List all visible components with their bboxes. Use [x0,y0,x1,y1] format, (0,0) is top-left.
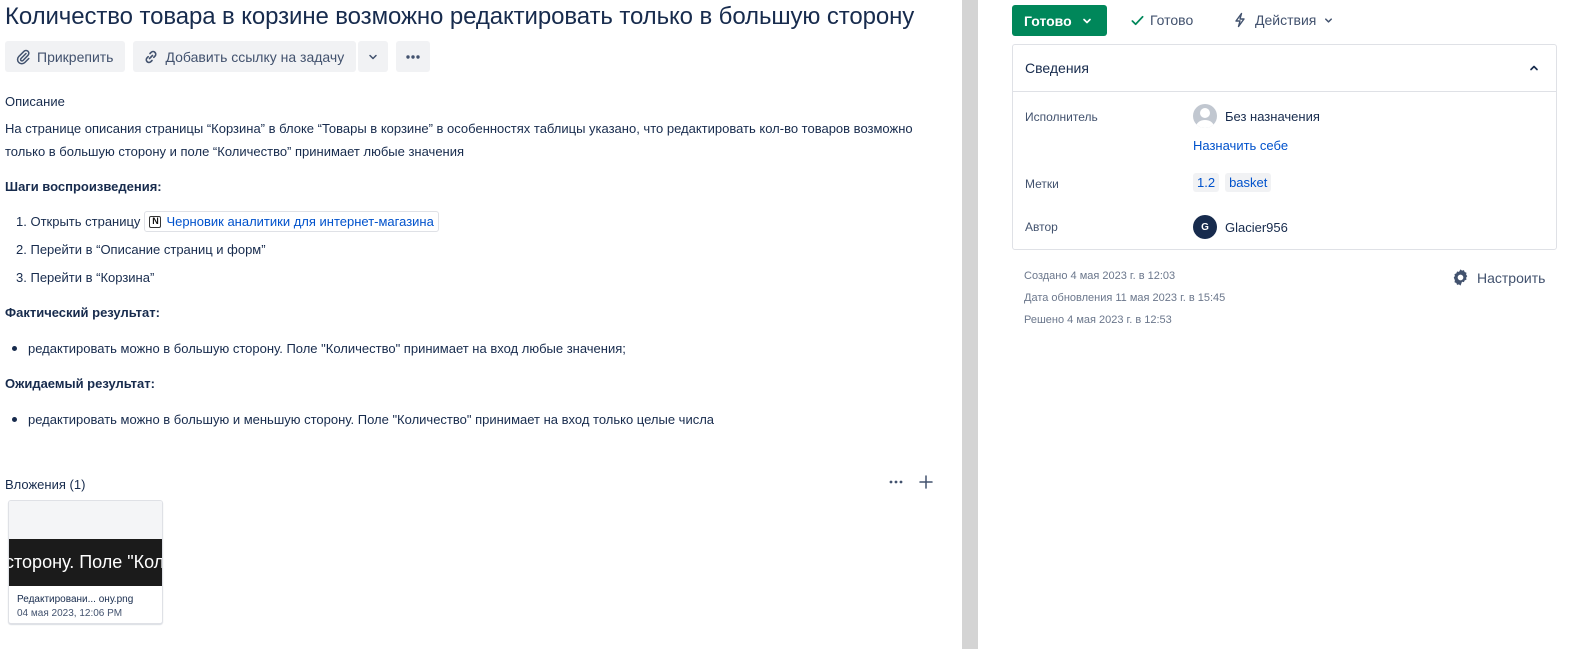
bullet [12,417,17,422]
actual-result-heading: Фактический результат: [5,305,160,320]
configure-button[interactable]: Настроить [1451,268,1545,287]
step-text: Перейти в “Корзина” [30,270,155,285]
more-icon[interactable] [888,474,904,490]
details-header[interactable]: Сведения [1013,45,1556,92]
reporter-value: Glacier956 [1225,219,1288,235]
page-link-text: Черновик аналитики для интернет-магазина [166,214,434,229]
status-button[interactable]: Готово [1012,5,1107,36]
assignee-label: Исполнитель [1025,110,1098,124]
attachment-preview-top [9,501,162,539]
label-tag[interactable]: 1.2 [1193,173,1220,192]
link-issue-button[interactable]: Добавить ссылку на задачу [133,41,357,72]
description-text[interactable]: На странице описания страницы “Корзина” … [5,117,945,163]
link-issue-group: Добавить ссылку на задачу [133,41,389,72]
step-text: Открыть страницу [30,214,141,229]
chevron-down-icon [1325,17,1333,23]
labels-field[interactable]: 1.2 basket [1193,173,1272,192]
paperclip-icon [16,49,30,64]
actual-result-text: редактировать можно в большую сторону. П… [28,341,626,356]
step-text: Перейти в “Описание страниц и форм” [30,242,266,257]
chevron-down-icon [369,54,377,59]
reporter-field[interactable]: G Glacier956 [1193,215,1288,239]
list-item-step-1: 1. Открыть страницу N Черновик аналитики… [16,211,439,232]
status-button-label: Готово [1024,12,1072,29]
issue-sidebar: Готово Готово Действия Сведения Исполнит… [978,0,1588,649]
lightning-icon [1235,12,1245,28]
attachments-label: Вложения (1) [5,477,86,492]
attachments-actions [888,474,934,490]
page-link-chip[interactable]: N Черновик аналитики для интернет-магази… [144,211,439,232]
attachment-file-name: Редактировани... ону.png [17,594,134,605]
list-item-step-3: 3. Перейти в “Корзина” [16,270,154,285]
created-date: Создано 4 мая 2023 г. в 12:03 [1024,270,1176,282]
step-number: 3. [16,270,27,285]
details-panel: Сведения Исполнитель Без назначения Назн… [1012,44,1557,250]
unassigned-avatar [1193,104,1217,128]
assign-to-me-link[interactable]: Назначить себе [1193,138,1288,153]
resolution-indicator: Готово [1130,12,1193,28]
attach-button-label: Прикрепить [37,48,114,65]
attachment-date: 04 мая 2023, 12:06 PM [17,608,123,619]
more-actions-button[interactable] [396,41,431,72]
steps-heading: Шаги воспроизведения: [5,179,162,194]
actions-button[interactable]: Действия [1232,12,1334,28]
issue-toolbar: Прикрепить Добавить ссылку на задачу [5,41,431,72]
list-item-expected: редактировать можно в большую и меньшую … [12,412,714,427]
list-item-step-2: 2. Перейти в “Описание страниц и форм” [16,242,266,257]
description-label: Описание [5,94,65,109]
assignee-value: Без назначения [1225,108,1320,124]
assignee-field[interactable]: Без назначения [1193,104,1320,128]
attachment-card[interactable]: сторону. Поле "Коли Редактировани... ону… [8,500,163,624]
list-item-actual: редактировать можно в большую сторону. П… [12,341,626,356]
bullet [12,346,17,351]
link-icon [146,50,157,63]
attachment-preview-image: сторону. Поле "Коли [9,539,162,586]
issue-main-panel: Количество товара в корзине возможно ред… [0,0,962,649]
resolution-label: Готово [1150,12,1194,28]
expected-result-heading: Ожидаемый результат: [5,376,155,391]
chevron-up-icon[interactable] [1528,62,1540,74]
more-icon [406,54,420,59]
configure-label: Настроить [1477,269,1546,286]
resolved-date: Решено 4 мая 2023 г. в 12:53 [1024,314,1172,326]
step-number: 1. [16,214,27,229]
labels-label: Метки [1025,177,1059,191]
chevron-down-icon [1082,18,1091,23]
plus-icon[interactable] [918,474,934,490]
link-issue-button-label: Добавить ссылку на задачу [165,48,345,65]
gear-icon [1453,269,1468,286]
details-title: Сведения [1025,60,1089,76]
link-issue-dropdown-button[interactable] [358,41,389,72]
updated-date: Дата обновления 11 мая 2023 г. в 15:45 [1024,292,1226,304]
avatar: G [1193,215,1217,239]
issue-title[interactable]: Количество товара в корзине возможно ред… [5,3,914,31]
check-icon [1131,15,1144,25]
actions-label: Действия [1255,12,1317,28]
step-number: 2. [16,242,27,257]
panel-divider[interactable] [962,0,978,649]
expected-result-text: редактировать можно в большую и меньшую … [28,412,715,427]
attach-button[interactable]: Прикрепить [5,41,126,72]
notion-page-icon: N [149,215,162,228]
label-tag[interactable]: basket [1225,173,1272,192]
reporter-label: Автор [1025,220,1058,234]
